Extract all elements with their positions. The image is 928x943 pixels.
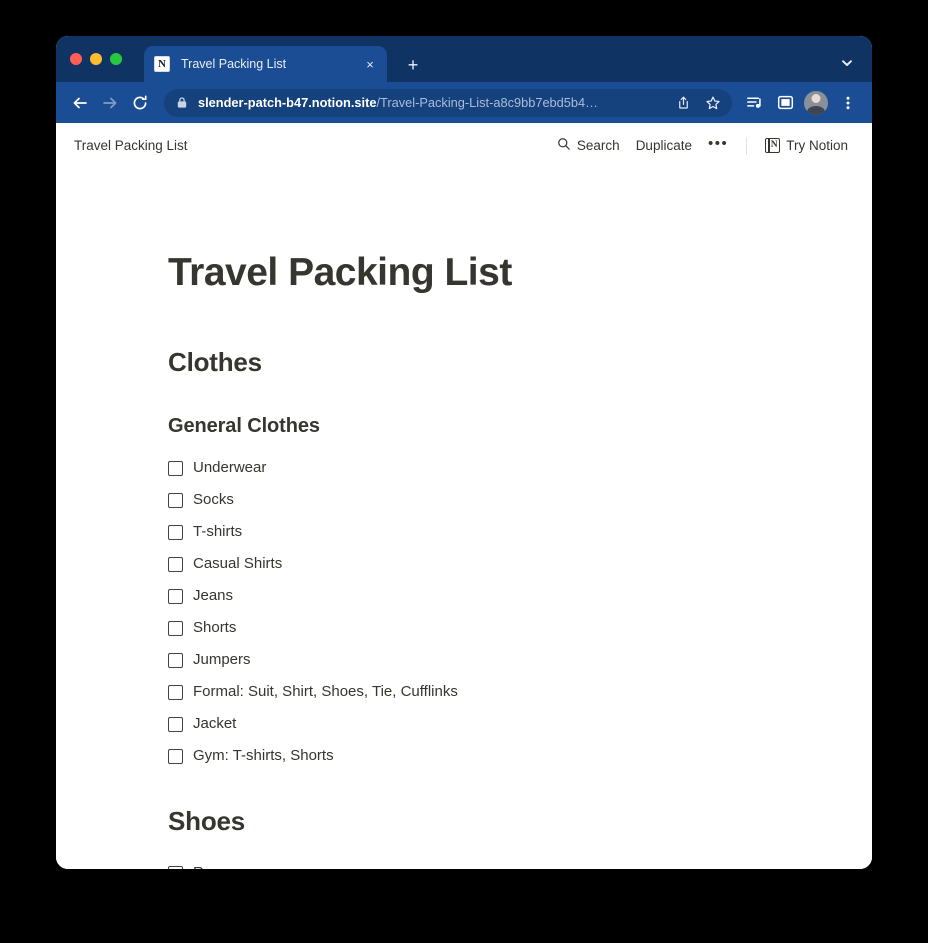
checkbox[interactable] bbox=[168, 492, 183, 508]
checkbox[interactable] bbox=[168, 716, 183, 732]
checkbox[interactable] bbox=[168, 620, 183, 636]
checkbox[interactable] bbox=[168, 684, 183, 700]
todo-label: Jeans bbox=[193, 586, 234, 604]
todo-label: Socks bbox=[193, 490, 234, 508]
list-item[interactable]: Formal: Suit, Shirt, Shoes, Tie, Cufflin… bbox=[168, 676, 760, 708]
checkbox[interactable] bbox=[168, 748, 183, 764]
notion-site-header: Travel Packing List Search Duplicate ••• bbox=[56, 123, 872, 168]
new-tab-button[interactable]: + bbox=[400, 52, 426, 78]
lock-icon bbox=[176, 96, 188, 109]
list-item[interactable]: Shorts bbox=[168, 612, 760, 644]
checkbox[interactable] bbox=[168, 556, 183, 572]
document-content: Travel Packing List Clothes General Clot… bbox=[166, 251, 762, 869]
todo-label: T-shirts bbox=[193, 522, 243, 540]
back-button[interactable] bbox=[66, 89, 94, 117]
more-options-button[interactable]: ••• bbox=[700, 133, 736, 159]
list-item[interactable]: Gym: T-shirts, Shorts bbox=[168, 740, 760, 772]
list-item[interactable]: Jumpers bbox=[168, 644, 760, 676]
try-notion-button[interactable]: N Try Notion bbox=[757, 134, 856, 157]
notion-logo-letter: N bbox=[770, 139, 778, 150]
search-button-label: Search bbox=[576, 138, 620, 153]
list-item[interactable]: Runners bbox=[168, 857, 760, 869]
todo-label: Runners bbox=[193, 862, 250, 869]
reload-button[interactable] bbox=[126, 89, 154, 117]
forward-button[interactable] bbox=[96, 89, 124, 117]
page-title[interactable]: Travel Packing List bbox=[168, 251, 760, 295]
url-host: slender-patch-b47.notion.site bbox=[198, 95, 377, 110]
browser-window: N Travel Packing List × + slender-patch-… bbox=[56, 36, 872, 869]
chevron-down-icon[interactable] bbox=[834, 50, 860, 76]
checkbox[interactable] bbox=[168, 588, 183, 604]
header-divider bbox=[746, 136, 748, 155]
checkbox[interactable] bbox=[168, 865, 183, 869]
close-window-button[interactable] bbox=[70, 53, 82, 65]
todo-label: Shorts bbox=[193, 618, 237, 636]
tab-title: Travel Packing List bbox=[181, 57, 287, 71]
media-playlist-icon[interactable] bbox=[740, 89, 768, 117]
maximize-window-button[interactable] bbox=[110, 53, 122, 65]
todo-label: Jumpers bbox=[193, 650, 251, 668]
star-icon[interactable] bbox=[700, 90, 726, 116]
close-tab-button[interactable]: × bbox=[361, 55, 379, 73]
list-item[interactable]: Jeans bbox=[168, 580, 760, 612]
address-bar[interactable]: slender-patch-b47.notion.site/Travel-Pac… bbox=[164, 88, 732, 117]
toolbar-right-icons bbox=[740, 89, 862, 117]
notion-logo-icon: N bbox=[765, 137, 781, 154]
search-button[interactable]: Search bbox=[549, 133, 628, 158]
page-viewport: Travel Packing List Search Duplicate ••• bbox=[56, 123, 872, 869]
url-path: /Travel-Packing-List-a8c9bb7ebd5b4… bbox=[376, 95, 598, 110]
omnibox-actions bbox=[664, 90, 726, 116]
tab-strip: N Travel Packing List × + bbox=[56, 36, 872, 82]
checkbox[interactable] bbox=[168, 652, 183, 668]
todo-label: Casual Shirts bbox=[193, 554, 283, 572]
address-bar-url: slender-patch-b47.notion.site/Travel-Pac… bbox=[198, 95, 598, 110]
browser-toolbar: slender-patch-b47.notion.site/Travel-Pac… bbox=[56, 82, 872, 123]
window-traffic-lights bbox=[70, 53, 122, 65]
todo-label: Formal: Suit, Shirt, Shoes, Tie, Cufflin… bbox=[193, 682, 458, 700]
search-icon bbox=[557, 137, 571, 154]
todo-label: Gym: T-shirts, Shorts bbox=[193, 746, 334, 764]
heading-general-clothes[interactable]: General Clothes bbox=[168, 414, 760, 438]
browser-tab-travel-packing-list[interactable]: N Travel Packing List × bbox=[144, 46, 387, 82]
notion-header-actions: Search Duplicate ••• N Try Notion bbox=[549, 133, 856, 159]
list-item[interactable]: T-shirts bbox=[168, 516, 760, 548]
todo-label: Underwear bbox=[193, 458, 267, 476]
duplicate-button[interactable]: Duplicate bbox=[628, 134, 700, 157]
checkbox[interactable] bbox=[168, 524, 183, 540]
list-item[interactable]: Casual Shirts bbox=[168, 548, 760, 580]
list-item[interactable]: Underwear bbox=[168, 452, 760, 484]
notion-favicon: N bbox=[154, 56, 170, 72]
share-icon[interactable] bbox=[670, 90, 696, 116]
notion-document: Travel Packing List Clothes General Clot… bbox=[56, 168, 872, 869]
todo-list-general-clothes: Underwear Socks T-shirts Casual Shirts J… bbox=[168, 452, 760, 772]
minimize-window-button[interactable] bbox=[90, 53, 102, 65]
avatar-body bbox=[807, 105, 825, 115]
heading-clothes[interactable]: Clothes bbox=[168, 347, 760, 378]
avatar-head bbox=[811, 93, 821, 103]
todo-list-shoes: Runners bbox=[168, 857, 760, 869]
heading-shoes[interactable]: Shoes bbox=[168, 806, 760, 837]
breadcrumb[interactable]: Travel Packing List bbox=[74, 138, 188, 153]
avatar[interactable] bbox=[804, 90, 828, 115]
notion-favicon-letter: N bbox=[158, 57, 166, 70]
side-panel-icon[interactable] bbox=[771, 89, 799, 117]
try-notion-label: Try Notion bbox=[786, 138, 848, 153]
list-item[interactable]: Socks bbox=[168, 484, 760, 516]
duplicate-button-label: Duplicate bbox=[635, 138, 692, 153]
list-item[interactable]: Jacket bbox=[168, 708, 760, 740]
three-dot-menu-icon[interactable] bbox=[834, 89, 862, 117]
todo-label: Jacket bbox=[193, 714, 237, 732]
checkbox[interactable] bbox=[168, 460, 183, 476]
